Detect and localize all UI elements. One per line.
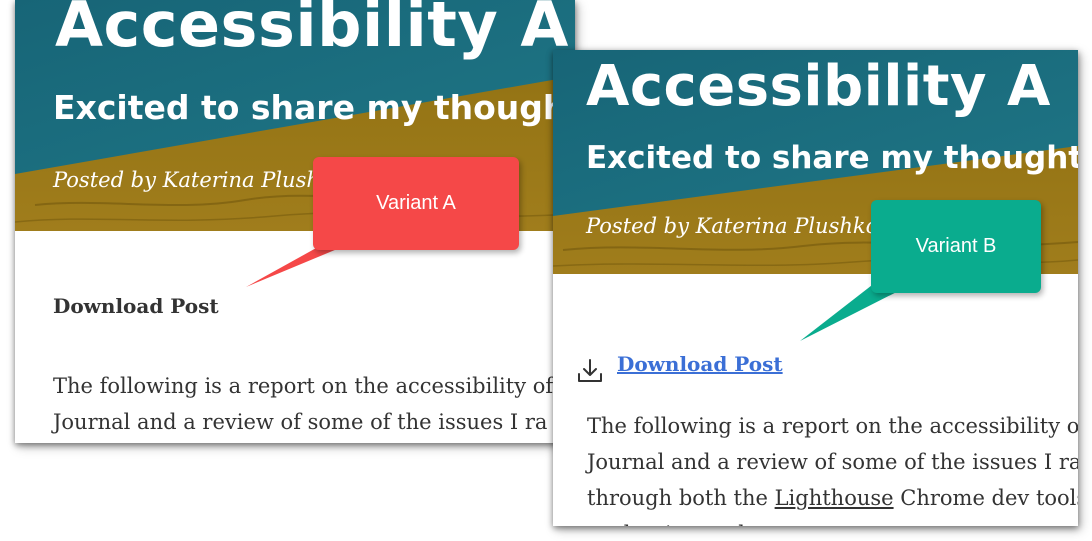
body-text-segment: through both the: [587, 486, 775, 510]
download-post-link-label: Download Post: [617, 352, 783, 376]
variant-b-callout-label: Variant B: [915, 235, 997, 257]
body-line: Journal and a review of some of the issu…: [587, 450, 1078, 474]
body-line: The following is a report on the accessi…: [53, 374, 554, 398]
download-post-label: Download Post: [53, 294, 219, 318]
variant-a-callout: Variant A: [313, 157, 519, 250]
hero-title: Accessibility A: [586, 54, 1051, 119]
body-line: evaluation tools: [587, 516, 1078, 526]
body-text-segment: Chrome dev tools: [893, 486, 1078, 510]
variant-a-callout-label: Variant A: [376, 192, 456, 214]
download-post-link[interactable]: Download Post: [575, 342, 783, 386]
lighthouse-link[interactable]: Lighthouse: [775, 486, 894, 510]
body-line-with-link: through both the Lighthouse Chrome dev t…: [587, 480, 1078, 516]
hero-subtitle: Excited to share my thoughts: [53, 88, 575, 127]
article-body: The following is a report on the accessi…: [587, 408, 1078, 526]
body-line: The following is a report on the accessi…: [587, 414, 1078, 438]
variant-b-callout: Variant B: [871, 200, 1041, 293]
article-body: The following is a report on the accessi…: [53, 368, 553, 440]
hero-subtitle: Excited to share my thoughts: [586, 140, 1078, 176]
download-icon: [578, 359, 602, 382]
hero-title: Accessibility A: [55, 0, 569, 61]
body-line: Journal and a review of some of the issu…: [53, 410, 548, 434]
